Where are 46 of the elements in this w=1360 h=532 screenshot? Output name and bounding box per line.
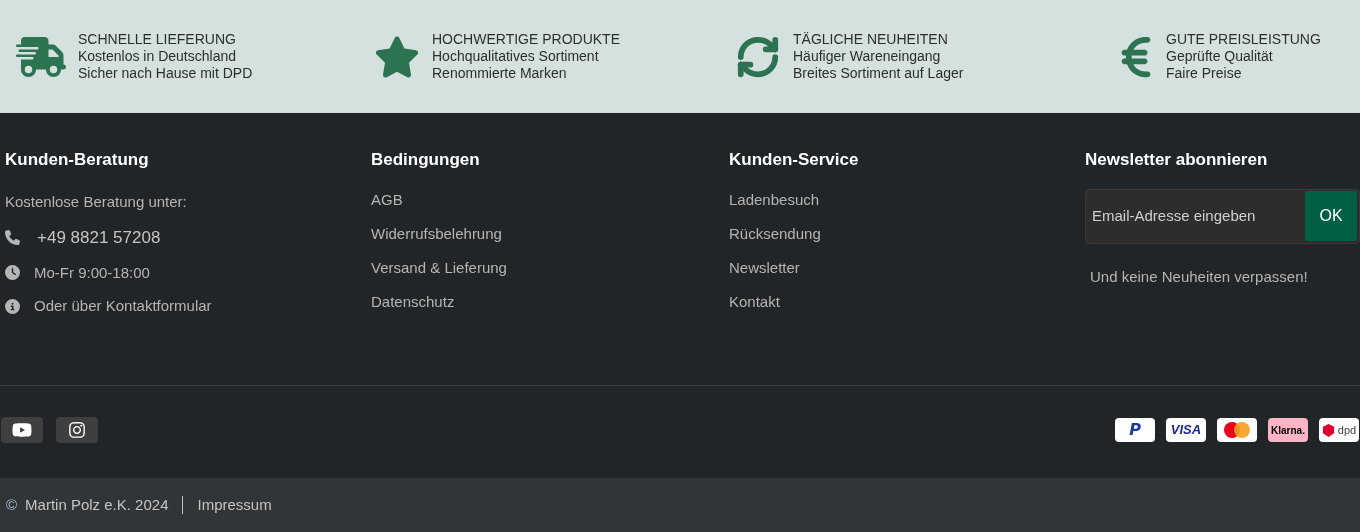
footer-link[interactable]: Rücksendung	[729, 223, 1085, 243]
paypal-logo: P	[1115, 418, 1155, 442]
feature-text: Hochqualitatives Sortiment	[432, 48, 600, 65]
email-field[interactable]: Email-Adresse eingeben OK	[1085, 188, 1360, 244]
feature-text: Breites Sortiment auf Lager	[793, 65, 964, 82]
feature-text: Geprüfte Qualität	[1166, 48, 1274, 65]
play-icon	[12, 421, 32, 439]
column-heading: Newsletter abonnieren	[1085, 149, 1269, 171]
instagram-link[interactable]	[56, 417, 98, 443]
feature-title: HOCHWERTIGE PRODUKTE	[432, 31, 620, 48]
column-heading: Kunden-Service	[729, 149, 860, 171]
dpd-logo: dpd	[1319, 418, 1359, 442]
copyright-sign: ©	[6, 494, 18, 515]
footer-link[interactable]: Newsletter	[729, 257, 1085, 277]
contact-text: +49 8821 57208	[36, 227, 161, 249]
mastercard-logo	[1217, 418, 1257, 442]
feature-text: Faire Preise	[1166, 65, 1243, 82]
feature-title: SCHNELLE LIEFERUNG	[78, 31, 237, 48]
subscribe-button[interactable]: OK	[1305, 191, 1357, 241]
feature-title: GUTE PREISLEISTUNG	[1166, 31, 1321, 48]
info-icon	[5, 298, 20, 314]
feature-title: TÄGLICHE NEUHEITEN	[793, 31, 949, 48]
feature-text: Häufiger Wareneingang	[793, 48, 942, 65]
footer-link[interactable]: Versand & Lieferung	[371, 257, 724, 277]
klarna-logo: Klarna.	[1268, 418, 1308, 442]
phone-icon	[5, 230, 20, 246]
contact-text: Oder über Kontaktformular	[34, 296, 212, 316]
footer-link[interactable]: Datenschutz	[371, 291, 724, 311]
copyright-text: Martin Polz e.K. 2024	[25, 494, 169, 515]
footer-link[interactable]: Ladenbesuch	[729, 189, 1085, 209]
footer-link[interactable]: Widerrufsbelehrung	[371, 223, 724, 243]
feature-text: Sicher nach Hause mit DPD	[78, 65, 253, 82]
feature-text: Renommierte Marken	[432, 65, 568, 82]
contact-text: Mo-Fr 9:00-18:00	[34, 262, 150, 283]
clock-icon	[5, 265, 20, 281]
footer-link[interactable]: AGB	[371, 189, 724, 209]
column-heading: Kunden-Beratung	[5, 149, 150, 171]
contact-intro: Kostenlose Beratung unter:	[5, 191, 188, 212]
footer-link[interactable]: Kontakt	[729, 291, 1085, 311]
camera-icon	[67, 421, 87, 439]
column-heading: Bedingungen	[371, 149, 481, 171]
visa-logo: VISA	[1166, 418, 1206, 442]
newsletter-note: Und keine Neuheiten verpassen!	[1089, 266, 1309, 287]
feature-text: Kostenlos in Deutschland	[78, 48, 237, 65]
youtube-link[interactable]	[1, 417, 43, 443]
impressum-link[interactable]: Impressum	[197, 493, 272, 517]
